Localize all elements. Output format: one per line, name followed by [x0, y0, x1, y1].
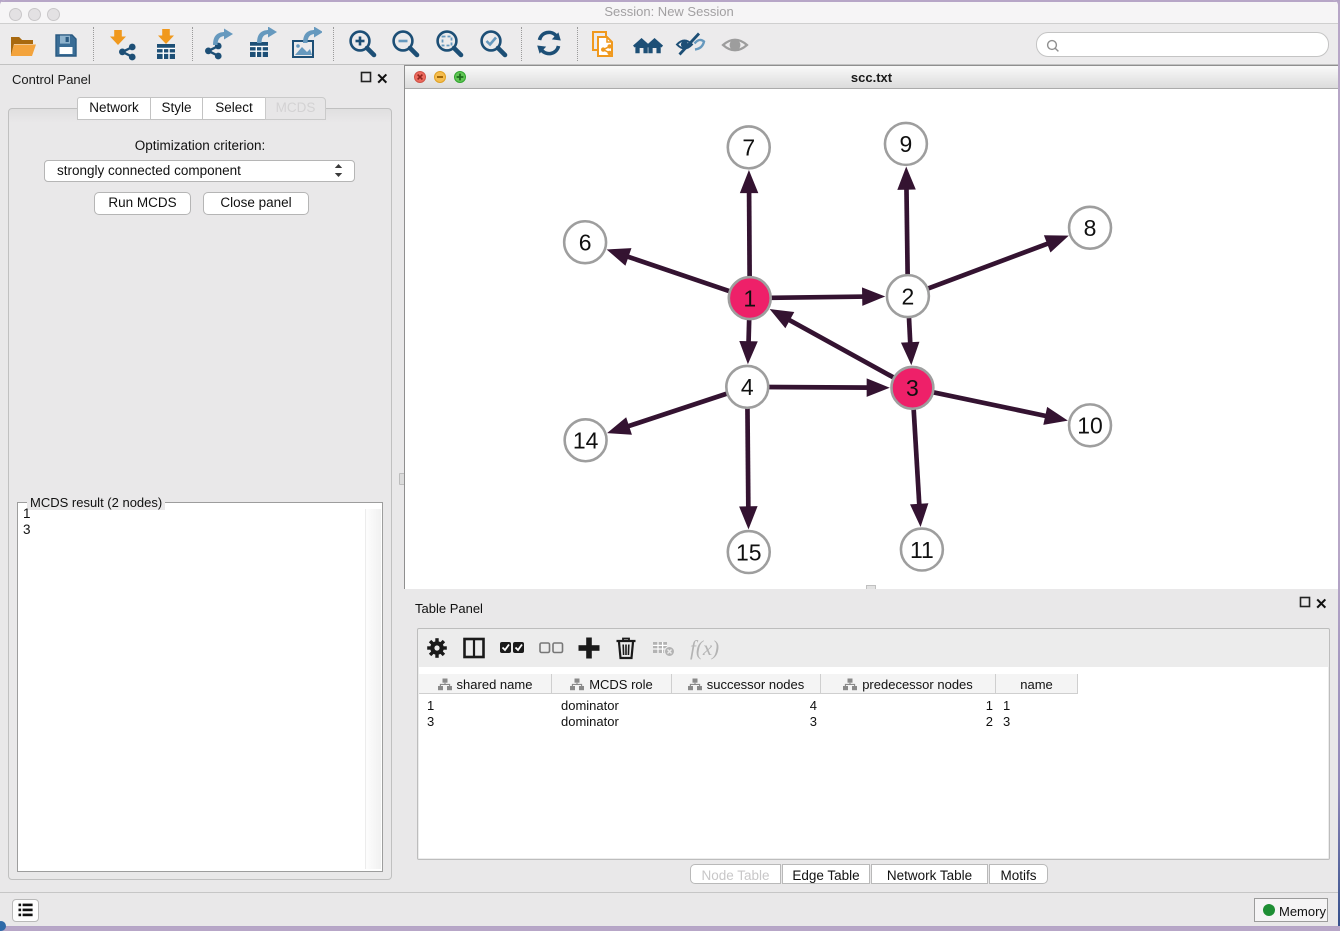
- svg-text:15: 15: [736, 539, 762, 565]
- svg-text:9: 9: [900, 131, 913, 157]
- svg-text:10: 10: [1077, 413, 1103, 439]
- svg-text:7: 7: [742, 135, 755, 161]
- svg-text:3: 3: [906, 375, 919, 401]
- svg-text:f(x): f(x): [690, 636, 719, 660]
- svg-text:11: 11: [910, 537, 934, 563]
- svg-text:2: 2: [902, 283, 915, 309]
- svg-text:6: 6: [579, 229, 592, 255]
- svg-text:1: 1: [743, 285, 756, 311]
- svg-text:8: 8: [1084, 215, 1097, 241]
- svg-text:4: 4: [741, 374, 754, 400]
- svg-text:14: 14: [573, 428, 599, 454]
